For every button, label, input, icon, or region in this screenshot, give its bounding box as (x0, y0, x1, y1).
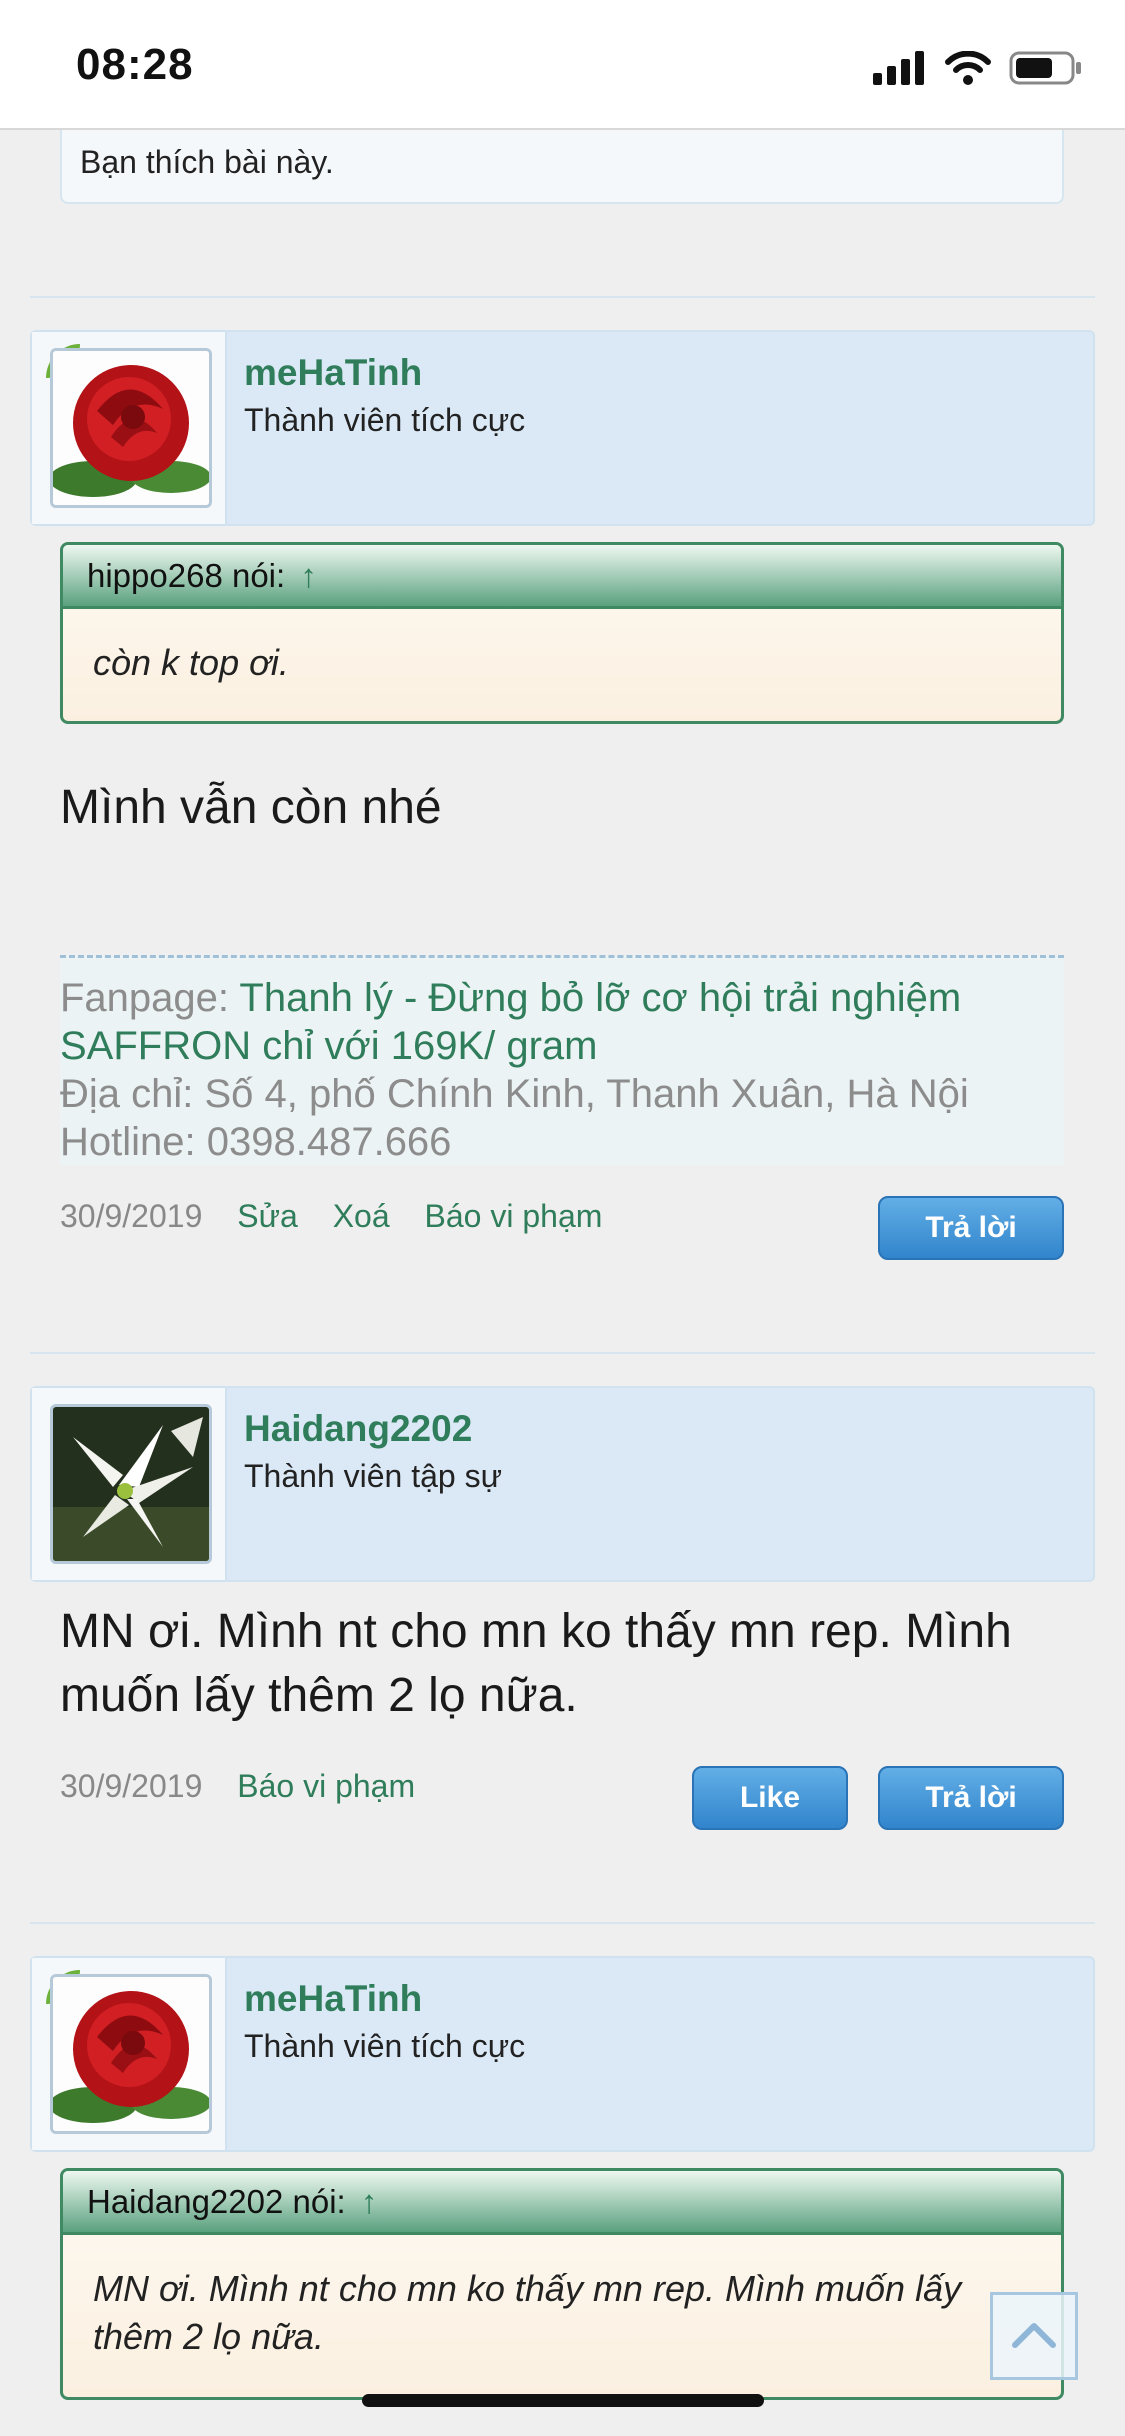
status-icons (873, 50, 1083, 86)
cellular-signal-icon (873, 51, 924, 85)
home-indicator[interactable] (362, 2394, 764, 2407)
avatar-container (32, 332, 227, 524)
report-link[interactable]: Báo vi phạm (237, 1768, 415, 1804)
edit-link[interactable]: Sửa (237, 1198, 298, 1234)
post-separator (30, 296, 1095, 298)
quote-text: còn k top ơi. (93, 642, 289, 683)
chevron-up-icon (1012, 2323, 1056, 2348)
avatar-container (32, 1958, 227, 2150)
quote-text: MN ơi. Mình nt cho mn ko thấy mn rep. Mì… (93, 2268, 962, 2357)
scroll-to-top-button[interactable] (990, 2292, 1078, 2380)
liked-notice: Bạn thích bài này. (60, 130, 1064, 204)
avatar-container (32, 1388, 227, 1580)
lily-image (53, 1407, 209, 1561)
quote-block: Haidang2202 nói: ↑ MN ơi. Mình nt cho mn… (60, 2168, 1064, 2400)
like-button[interactable]: Like (692, 1766, 848, 1830)
reply-button[interactable]: Trả lời (878, 1196, 1064, 1260)
avatar[interactable] (50, 1974, 212, 2134)
post-meta: 30/9/2019 Báo vi phạm (60, 1768, 415, 1805)
status-bar: 08:28 (0, 0, 1125, 130)
jump-to-quote-arrow-icon[interactable]: ↑ (361, 2183, 378, 2220)
post-meta: 30/9/2019 Sửa Xoá Báo vi phạm (60, 1198, 602, 1235)
username[interactable]: Haidang2202 (244, 1408, 472, 1450)
reply-button[interactable]: Trả lời (878, 1766, 1064, 1830)
rose-image (53, 351, 209, 505)
quote-header: hippo268 nói: ↑ (63, 545, 1061, 609)
report-link[interactable]: Báo vi phạm (425, 1198, 603, 1234)
delete-link[interactable]: Xoá (333, 1198, 390, 1234)
status-time: 08:28 (76, 40, 194, 89)
post-message: Mình vẫn còn nhé (60, 781, 442, 834)
post-separator (30, 1922, 1095, 1924)
post-message: MN ơi. Mình nt cho mn ko thấy mn rep. Mì… (60, 1605, 1012, 1722)
username[interactable]: meHaTinh (244, 1978, 422, 2020)
battery-icon (1009, 51, 1081, 85)
signature-hotline: Hotline: 0398.487.666 (60, 1120, 452, 1164)
user-title: Thành viên tập sự (244, 1458, 503, 1494)
quote-block: hippo268 nói: ↑ còn k top ơi. (60, 542, 1064, 724)
post-header: Haidang2202 Thành viên tập sự (30, 1386, 1095, 1582)
username[interactable]: meHaTinh (244, 352, 422, 394)
post-date: 30/9/2019 (60, 1198, 203, 1234)
post-separator (30, 1352, 1095, 1354)
avatar[interactable] (50, 348, 212, 508)
jump-to-quote-arrow-icon[interactable]: ↑ (300, 557, 317, 594)
signature: Fanpage: Thanh lý - Đừng bỏ lỡ cơ hội tr… (60, 955, 1064, 1165)
post-date: 30/9/2019 (60, 1768, 203, 1804)
user-title: Thành viên tích cực (244, 402, 526, 438)
rose-image (53, 1977, 209, 2131)
wifi-icon (945, 51, 991, 85)
avatar[interactable] (50, 1404, 212, 1564)
quote-author[interactable]: Haidang2202 nói: (87, 2183, 346, 2220)
quote-header: Haidang2202 nói: ↑ (63, 2171, 1061, 2235)
quote-author[interactable]: hippo268 nói: (87, 557, 285, 594)
signature-address: Địa chỉ: Số 4, phố Chính Kinh, Thanh Xuâ… (60, 1072, 969, 1116)
user-title: Thành viên tích cực (244, 2028, 526, 2064)
signature-fanpage-label: Fanpage: (60, 976, 240, 1020)
post-header: meHaTinh Thành viên tích cực (30, 330, 1095, 526)
post-header: meHaTinh Thành viên tích cực (30, 1956, 1095, 2152)
